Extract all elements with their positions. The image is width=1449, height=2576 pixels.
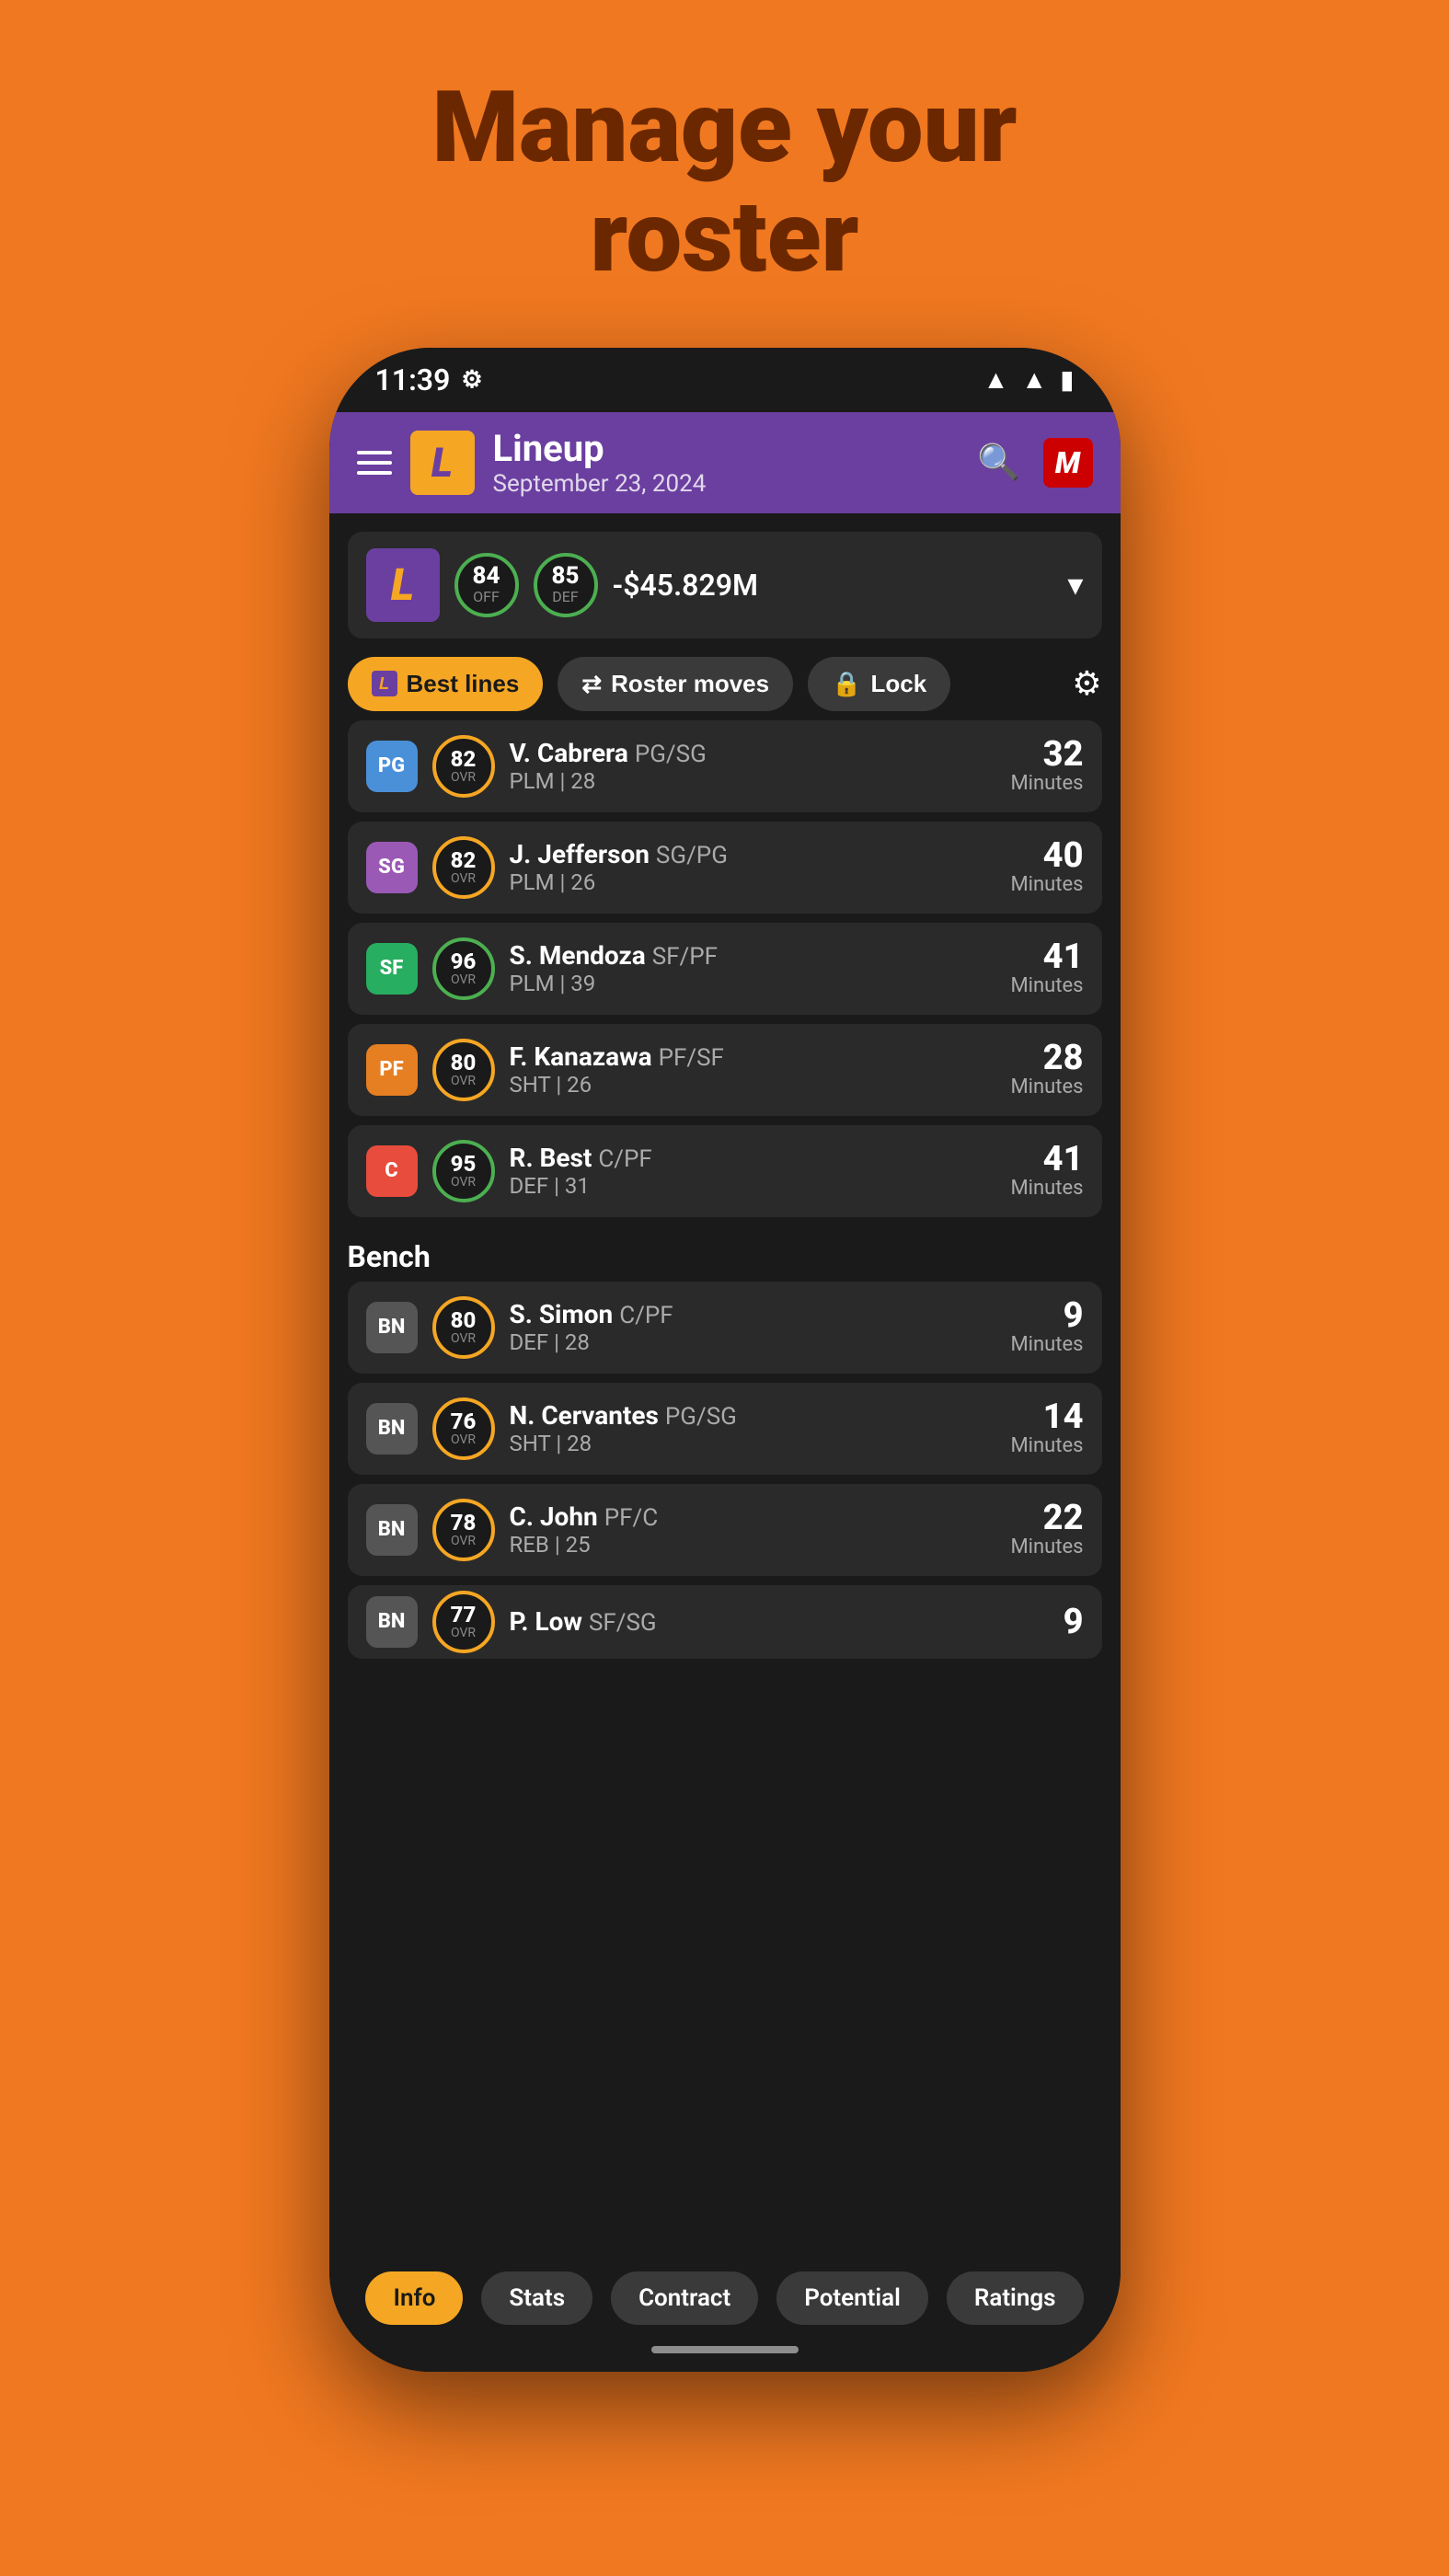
- app-header: L Lineup September 23, 2024 🔍 M: [329, 412, 1121, 513]
- battery-icon: ▮: [1060, 364, 1074, 395]
- phone-device: 11:39 ⚙ ▲ ▲ ▮ L Lineup Se: [329, 348, 1121, 2372]
- minutes-john: 22 Minutes: [1010, 1501, 1083, 1558]
- team-logo-header: L: [410, 431, 475, 495]
- minutes-simon: 9 Minutes: [1010, 1298, 1083, 1356]
- ovr-circle-bn4: 77 OVR: [432, 1591, 495, 1653]
- tab-stats[interactable]: Stats: [481, 2271, 592, 2325]
- table-row[interactable]: BN 78 OVR C. John PF/C REB | 25 22 Minut…: [348, 1484, 1102, 1576]
- ovr-circle-pg: 82 OVR: [432, 735, 495, 798]
- player-info-kanazawa: F. Kanazawa PF/SF SHT | 26: [510, 1041, 996, 1098]
- search-icon[interactable]: 🔍: [977, 443, 1020, 483]
- ovr-circle-bn1: 80 OVR: [432, 1296, 495, 1359]
- home-indicator: [651, 2346, 799, 2353]
- gear-icon: ⚙: [461, 366, 482, 394]
- position-badge-pg: PG: [366, 741, 418, 792]
- player-info-jefferson: J. Jefferson SG/PG PLM | 26: [510, 839, 996, 895]
- expand-arrow[interactable]: ▾: [1067, 567, 1083, 604]
- player-info-cabrera: V. Cabrera PG/SG PLM | 28: [510, 738, 996, 794]
- status-time: 11:39 ⚙: [375, 362, 483, 397]
- minutes-low: 9: [1064, 1604, 1084, 1639]
- table-row[interactable]: SG 82 OVR J. Jefferson SG/PG PLM | 26 40…: [348, 822, 1102, 914]
- tab-contract[interactable]: Contract: [611, 2271, 758, 2325]
- off-rating-circle: 84 OFF: [454, 553, 519, 617]
- position-badge-bn4: BN: [366, 1596, 418, 1648]
- player-info-best: R. Best C/PF DEF | 31: [510, 1143, 996, 1199]
- player-info-john: C. John PF/C REB | 25: [510, 1501, 996, 1558]
- team-summary: L 84 OFF 85 DEF -$45.829M ▾: [348, 532, 1102, 638]
- ovr-circle-sf: 96 OVR: [432, 937, 495, 1000]
- bench-section: BN 80 OVR S. Simon C/PF DEF | 28 9 Minut…: [329, 1282, 1121, 1668]
- player-info-simon: S. Simon C/PF DEF | 28: [510, 1299, 996, 1355]
- minutes-best: 41 Minutes: [1010, 1142, 1083, 1200]
- signal-icon: ▲: [1021, 364, 1047, 395]
- def-rating-circle: 85 DEF: [534, 553, 598, 617]
- team-logo-summary: L: [366, 548, 440, 622]
- table-row[interactable]: PF 80 OVR F. Kanazawa PF/SF SHT | 26 28 …: [348, 1024, 1102, 1116]
- header-title-block: Lineup September 23, 2024: [493, 427, 960, 498]
- position-badge-bn3: BN: [366, 1504, 418, 1556]
- hamburger-menu[interactable]: [357, 451, 392, 475]
- header-title: Lineup: [493, 427, 960, 470]
- player-info-mendoza: S. Mendoza SF/PF PLM | 39: [510, 940, 996, 996]
- rival-team-icon[interactable]: M: [1043, 438, 1093, 488]
- player-info-low: P. Low SF/SG: [510, 1606, 1049, 1637]
- ovr-circle-bn3: 78 OVR: [432, 1499, 495, 1561]
- status-icons: ▲ ▲ ▮: [983, 364, 1075, 395]
- minutes-kanazawa: 28 Minutes: [1010, 1041, 1083, 1098]
- position-badge-bn1: BN: [366, 1302, 418, 1353]
- salary-display: -$45.829M: [613, 568, 1053, 603]
- player-info-cervantes: N. Cervantes PG/SG SHT | 28: [510, 1400, 996, 1456]
- ovr-circle-c: 95 OVR: [432, 1140, 495, 1202]
- bottom-tab-bar: Info Stats Contract Potential Ratings: [329, 2252, 1121, 2372]
- header-subtitle: September 23, 2024: [493, 470, 960, 498]
- table-row[interactable]: SF 96 OVR S. Mendoza SF/PF PLM | 39 41 M…: [348, 923, 1102, 1015]
- ovr-circle-pf: 80 OVR: [432, 1039, 495, 1101]
- tab-potential[interactable]: Potential: [776, 2271, 928, 2325]
- status-bar: 11:39 ⚙ ▲ ▲ ▮: [329, 348, 1121, 412]
- minutes-mendoza: 41 Minutes: [1010, 939, 1083, 997]
- minutes-jefferson: 40 Minutes: [1010, 838, 1083, 896]
- minutes-cabrera: 32 Minutes: [1010, 737, 1083, 795]
- position-badge-bn2: BN: [366, 1403, 418, 1455]
- table-row[interactable]: C 95 OVR R. Best C/PF DEF | 31 41 Minute…: [348, 1125, 1102, 1217]
- table-row[interactable]: BN 80 OVR S. Simon C/PF DEF | 28 9 Minut…: [348, 1282, 1102, 1374]
- position-badge-pf: PF: [366, 1044, 418, 1096]
- ovr-circle-sg: 82 OVR: [432, 836, 495, 899]
- tab-ratings[interactable]: Ratings: [947, 2271, 1084, 2325]
- wifi-icon: ▲: [983, 364, 1009, 395]
- action-buttons-bar: L Best lines ⇄ Roster moves 🔒 Lock ⚙: [329, 648, 1121, 720]
- tab-info[interactable]: Info: [365, 2271, 463, 2325]
- lock-button[interactable]: 🔒 Lock: [808, 657, 950, 711]
- settings-button[interactable]: ⚙: [1072, 664, 1101, 703]
- position-badge-sf: SF: [366, 943, 418, 995]
- best-lines-button[interactable]: L Best lines: [348, 657, 544, 711]
- table-row[interactable]: PG 82 OVR V. Cabrera PG/SG PLM | 28 32 M…: [348, 720, 1102, 812]
- table-row[interactable]: BN 77 OVR P. Low SF/SG 9: [348, 1585, 1102, 1659]
- position-badge-c: C: [366, 1145, 418, 1197]
- page-title: Manage your roster: [431, 74, 1017, 293]
- bench-section-label: Bench: [329, 1226, 1121, 1282]
- table-row[interactable]: BN 76 OVR N. Cervantes PG/SG SHT | 28 14…: [348, 1383, 1102, 1475]
- position-badge-sg: SG: [366, 842, 418, 893]
- starters-section: PG 82 OVR V. Cabrera PG/SG PLM | 28 32 M…: [329, 720, 1121, 1226]
- minutes-cervantes: 14 Minutes: [1010, 1399, 1083, 1457]
- roster-moves-button[interactable]: ⇄ Roster moves: [558, 657, 793, 711]
- ovr-circle-bn2: 76 OVR: [432, 1397, 495, 1460]
